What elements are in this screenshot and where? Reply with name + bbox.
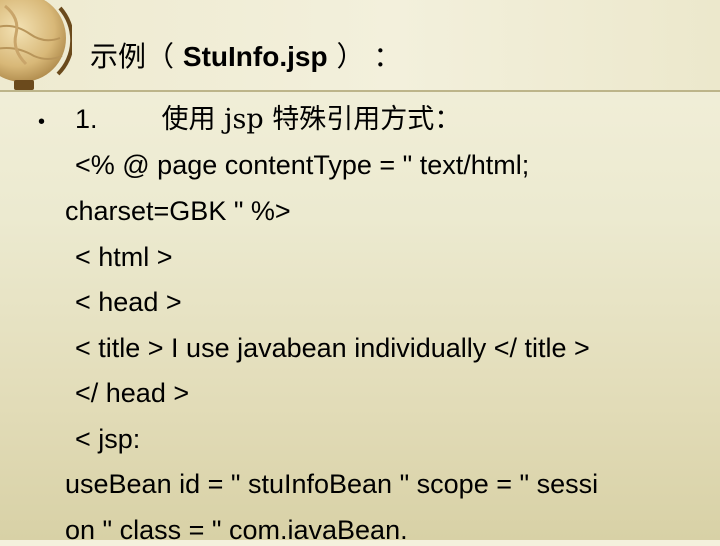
code-line-8: useBean id = " stuInfoBean " scope = " s… [65,469,599,499]
code-line-5: < title > I use javabean individually </… [75,333,590,363]
code-line-1: <% @ page contentType = " text/html; [75,150,530,180]
code-line-9: on " class = " com.iavaBean. [65,515,408,545]
title-suffix: ） ： [327,40,402,73]
code-line-3: < html > [75,242,173,272]
bullet-marker: • [38,111,46,133]
code-line-7: < jsp: [75,424,141,454]
title-filename: StuInfo.jsp [182,41,328,72]
code-line-6: </ head > [75,378,190,408]
globe-icon [0,0,72,90]
slide-title: 示例（ StuInfo.jsp ） ： [90,40,401,74]
code-line-4: < head > [75,287,182,317]
item-number: 1. [75,104,98,134]
title-divider [0,90,720,92]
title-prefix: 示例（ [90,40,183,73]
item-heading: 使用 jsp 特殊引用方式： [161,104,462,135]
code-line-2: charset=GBK " %> [65,196,291,226]
item-heading-line: 1. 使用 jsp 特殊引用方式： [75,103,461,136]
